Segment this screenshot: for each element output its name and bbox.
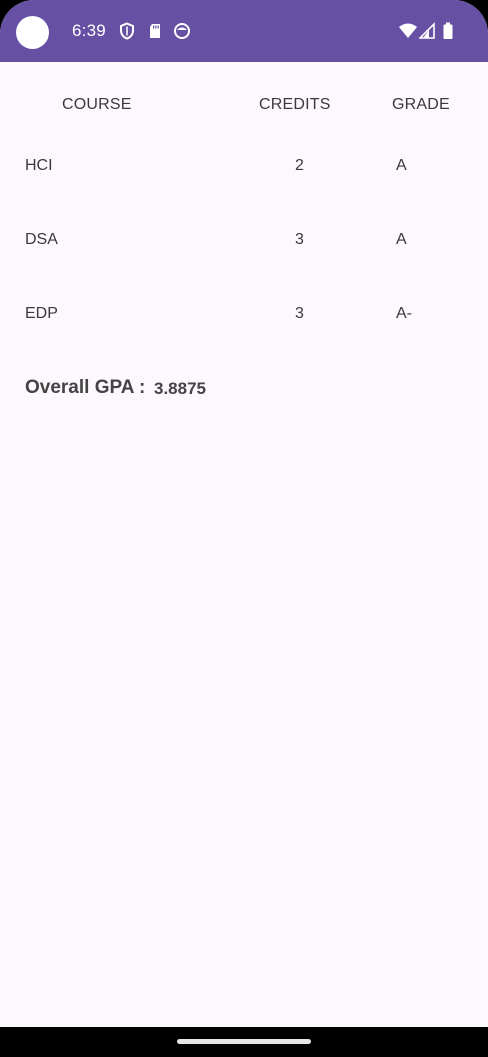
camera-cutout [16,16,49,49]
wifi-icon [398,22,418,40]
navigation-bar [0,1027,488,1057]
course-name: DSA [25,231,58,248]
sd-card-icon [146,22,164,40]
course-grade: A [396,157,407,174]
course-column-header: COURSE [62,96,132,113]
battery-icon [442,22,454,40]
course-name: HCI [25,157,53,174]
course-credits: 3 [295,231,304,248]
home-indicator[interactable] [177,1039,311,1044]
course-credits: 2 [295,157,304,174]
status-bar: 6:39 [0,0,488,62]
course-credits: 3 [295,305,304,322]
cell-signal-icon [419,22,437,40]
course-name: EDP [25,305,58,322]
overall-gpa-label: Overall GPA : [25,377,146,398]
overall-gpa-value: 3.8875 [154,379,206,398]
face-icon [173,22,191,40]
course-grade: A- [396,305,412,322]
grade-column-header: GRADE [392,96,450,113]
course-grade: A [396,231,407,248]
status-time: 6:39 [72,21,106,40]
shield-icon [118,22,136,40]
app-screen: 6:39 COURSE CREDITS GRADE HCI 2 A DSA 3 … [0,0,488,1057]
credits-column-header: CREDITS [259,96,331,113]
